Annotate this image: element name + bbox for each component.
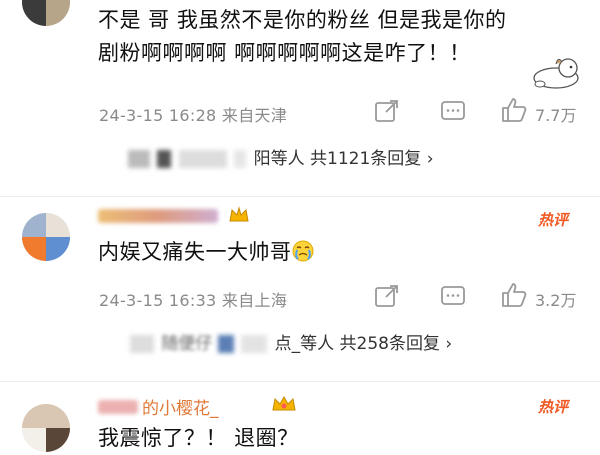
crying-emoji-icon: [292, 240, 313, 262]
comment-3: 的小樱花_ 热评 我震惊了？！ 退圈？: [0, 382, 600, 454]
hot-comment-badge: 热评: [538, 398, 569, 416]
crown-icon: [272, 395, 296, 411]
dog-sticker-icon: [533, 58, 579, 89]
comment-icon[interactable]: [440, 284, 466, 308]
comment-2: 热评 内娱又痛失一大帅哥 24-3-15 16:33 来自上海 3.2万 随便仔…: [0, 197, 600, 387]
comment-icon[interactable]: [440, 99, 466, 123]
avatar[interactable]: [22, 0, 70, 26]
hot-comment-badge: 热评: [538, 211, 569, 229]
comment-text: 不是 哥 我虽然不是你的粉丝 但是我是你的 剧粉啊啊啊啊 啊啊啊啊啊这是咋了！！: [98, 8, 507, 65]
comment-text: 我震惊了？！ 退圈？: [98, 426, 299, 450]
comment-meta: 24-3-15 16:28 来自天津: [99, 106, 288, 125]
like-count: 3.2万: [535, 291, 577, 310]
view-replies-link[interactable]: 随便仔 点_等人 共258条回复 ›: [130, 329, 452, 354]
like-count: 7.7万: [535, 106, 577, 125]
username[interactable]: [98, 209, 218, 223]
username-blurred[interactable]: [98, 400, 138, 414]
avatar[interactable]: [22, 213, 70, 261]
comment-text: 内娱又痛失一大帅哥: [98, 236, 314, 269]
view-replies-link[interactable]: 阳等人 共1121条回复 ›: [128, 144, 434, 169]
like-icon[interactable]: [500, 96, 528, 124]
like-icon[interactable]: [500, 281, 528, 309]
share-icon[interactable]: [374, 284, 400, 308]
username[interactable]: 的小樱花_: [142, 394, 219, 419]
comment-meta: 24-3-15 16:33 来自上海: [99, 291, 288, 310]
crown-icon: [229, 206, 249, 222]
comment-1: 不是 哥 我虽然不是你的粉丝 但是我是你的 剧粉啊啊啊啊 啊啊啊啊啊这是咋了！！…: [0, 0, 600, 200]
share-icon[interactable]: [374, 99, 400, 123]
avatar[interactable]: [22, 404, 70, 452]
